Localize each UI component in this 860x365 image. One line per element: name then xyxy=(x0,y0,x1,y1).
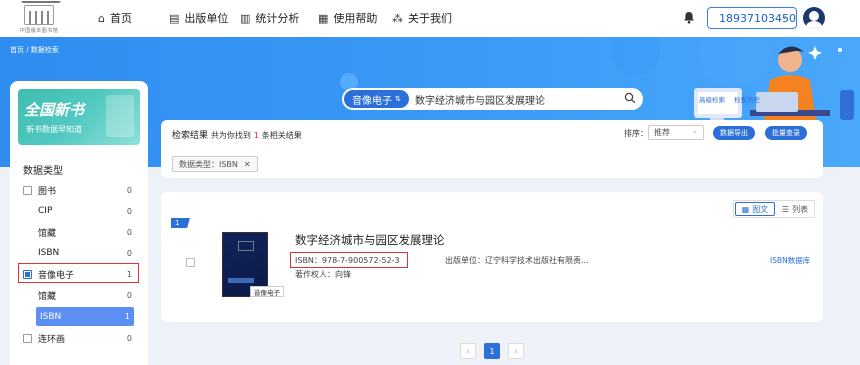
home-icon: ⌂ xyxy=(98,11,105,25)
sidebar-item-label: 图书 xyxy=(38,186,57,197)
breadcrumb: 首页 / 数据检索 xyxy=(10,46,59,54)
result-checkbox[interactable] xyxy=(186,258,195,267)
sort-select[interactable]: 推荐 ⌄ xyxy=(648,125,704,140)
sidebar: 全国新书 新书数据早知道 数据类型 图书 0 CIP 0 馆藏 0 ISBN 0… xyxy=(10,81,148,365)
nav-publishers[interactable]: ▤ 出版单位 xyxy=(169,10,228,26)
sort-label: 排序： xyxy=(624,129,648,138)
banner-title: 全国新书 xyxy=(24,101,85,119)
results-summary-post: 条相关结果 xyxy=(261,131,302,140)
share-icon: ⁂ xyxy=(392,11,403,25)
search-category-label: 音像电子 xyxy=(352,95,392,107)
data-export-button[interactable]: 数据导出 xyxy=(713,126,755,140)
sidebar-item-label: ISBN xyxy=(40,311,62,322)
record-copyright-owner: 著作权人：向锋 xyxy=(295,270,351,279)
close-icon[interactable]: ✕ xyxy=(244,160,251,169)
cover-type-label: 音像电子 xyxy=(250,286,284,297)
nav-statistics-label: 统计分析 xyxy=(255,12,300,25)
sidebar-item-label: 连环画 xyxy=(38,334,66,345)
logo-caption: 中国版本图书馆 xyxy=(19,28,59,34)
search-category-selector[interactable]: 音像电子 ⇅ xyxy=(344,90,409,108)
search-history-link[interactable]: 检索历史 xyxy=(734,94,760,104)
building-icon xyxy=(21,1,61,25)
data-type-title: 数据类型 xyxy=(23,166,63,177)
bulk-lookup-button[interactable]: 批量查录 xyxy=(765,126,807,140)
sidebar-item-count: 0 xyxy=(126,185,132,195)
sort-value: 推荐 xyxy=(654,128,670,137)
result-card: ▦ 图文 ☰ 列表 1 音像电子 数字经济城市与园区发展理论 ISBN：978-7-… xyxy=(161,192,823,322)
sidebar-item-count: 0 xyxy=(126,227,132,237)
list-view-button[interactable]: ☰ 列表 xyxy=(776,201,814,217)
highlight-box-audio-video xyxy=(18,263,139,283)
sidebar-item-label: ISBN xyxy=(38,248,60,258)
user-account-dropdown[interactable]: 18937103450 ⌄ xyxy=(707,7,797,29)
sidebar-item-label: 馆藏 xyxy=(38,228,57,239)
nav-home[interactable]: ⌂ 首页 xyxy=(98,10,132,26)
nav-about[interactable]: ⁂ 关于我们 xyxy=(392,10,452,26)
book-icon: ▤ xyxy=(169,11,180,25)
top-navigation-bar: 中国版本图书馆 ⌂ 首页 ▤ 出版单位 ▥ 统计分析 ▦ 使用帮助 ⁂ 关于我们 1893… xyxy=(0,0,860,37)
prev-page-button[interactable]: ‹ xyxy=(460,343,476,359)
sidebar-item-comics[interactable]: 连环画 0 xyxy=(10,328,148,348)
sidebar-item-count: 0 xyxy=(126,248,132,258)
notification-bell-icon[interactable] xyxy=(683,11,695,24)
results-summary: 检索结果 共为你找到 1 条相关结果 xyxy=(172,128,302,141)
sidebar-item-label: CIP xyxy=(38,206,53,216)
record-publisher: 出版单位：辽宁科学技术出版社有限责... xyxy=(445,256,589,265)
sidebar-item-books-isbn[interactable]: ISBN 0 xyxy=(10,243,148,263)
nav-help[interactable]: ▦ 使用帮助 xyxy=(318,10,377,26)
chevron-down-icon: ⌄ xyxy=(780,12,788,22)
filter-tag-label: 数据类型：ISBN xyxy=(179,159,238,169)
page-1-button[interactable]: 1 xyxy=(484,343,500,359)
banner-subtitle: 新书数据早知道 xyxy=(26,125,82,134)
filter-tag[interactable]: 数据类型：ISBN ✕ xyxy=(172,156,258,172)
search-input[interactable] xyxy=(415,91,615,107)
results-panel: 检索结果 共为你找到 1 条相关结果 排序： 推荐 ⌄ 数据导出 批量查录 数据… xyxy=(161,120,823,178)
swap-icon: ⇅ xyxy=(395,95,401,103)
chart-icon: ▥ xyxy=(240,11,251,25)
results-count: 1 xyxy=(253,131,259,140)
chevron-down-icon: ⌄ xyxy=(692,127,698,135)
site-logo[interactable]: 中国版本图书馆 xyxy=(10,1,68,35)
grid-icon: ▦ xyxy=(741,204,750,214)
sidebar-item-books[interactable]: 图书 0 xyxy=(10,180,148,200)
list-icon: ☰ xyxy=(781,204,790,214)
grid-view-label: 图文 xyxy=(752,204,769,214)
results-label: 检索结果 xyxy=(172,131,209,141)
highlight-box-isbn xyxy=(290,252,408,268)
sidebar-item-count: 1 xyxy=(124,312,130,321)
books-checkbox[interactable] xyxy=(23,185,32,195)
results-summary-pre: 共为你找到 xyxy=(210,131,251,140)
sidebar-item-count: 0 xyxy=(126,333,132,343)
sidebar-item-books-collection[interactable]: 馆藏 0 xyxy=(10,222,148,242)
list-view-label: 列表 xyxy=(792,204,809,214)
sidebar-item-label: 馆藏 xyxy=(38,291,57,302)
result-index-badge: 1 xyxy=(171,218,190,228)
comics-checkbox[interactable] xyxy=(23,333,32,343)
grid-view-button[interactable]: ▦ 图文 xyxy=(735,202,775,216)
pagination: ‹ 1 › xyxy=(460,343,524,359)
advanced-search-link[interactable]: 高级检索 xyxy=(699,94,725,104)
search-icon[interactable] xyxy=(624,92,636,104)
nav-home-label: 首页 xyxy=(109,12,132,25)
sidebar-item-books-cip[interactable]: CIP 0 xyxy=(10,201,148,221)
sidebar-item-count: 0 xyxy=(126,290,132,300)
search-bar: 音像电子 ⇅ xyxy=(342,88,643,110)
document-icon: ▦ xyxy=(318,11,329,25)
nav-about-label: 关于我们 xyxy=(408,12,452,25)
nav-help-label: 使用帮助 xyxy=(333,12,378,25)
view-toggle: ▦ 图文 ☰ 列表 xyxy=(733,200,815,218)
record-title[interactable]: 数字经济城市与园区发展理论 xyxy=(295,232,445,248)
nav-publishers-label: 出版单位 xyxy=(184,12,229,25)
avatar[interactable] xyxy=(803,7,825,29)
nav-statistics[interactable]: ▥ 统计分析 xyxy=(240,10,299,26)
sidebar-item-av-collection[interactable]: 馆藏 0 xyxy=(10,285,148,305)
next-page-button[interactable]: › xyxy=(508,343,524,359)
new-books-banner[interactable]: 全国新书 新书数据早知道 xyxy=(18,89,140,145)
sidebar-item-av-isbn[interactable]: ISBN 1 xyxy=(36,307,134,326)
isbn-database-link[interactable]: ISBN数据库 xyxy=(770,255,810,266)
sidebar-item-count: 0 xyxy=(126,206,132,216)
